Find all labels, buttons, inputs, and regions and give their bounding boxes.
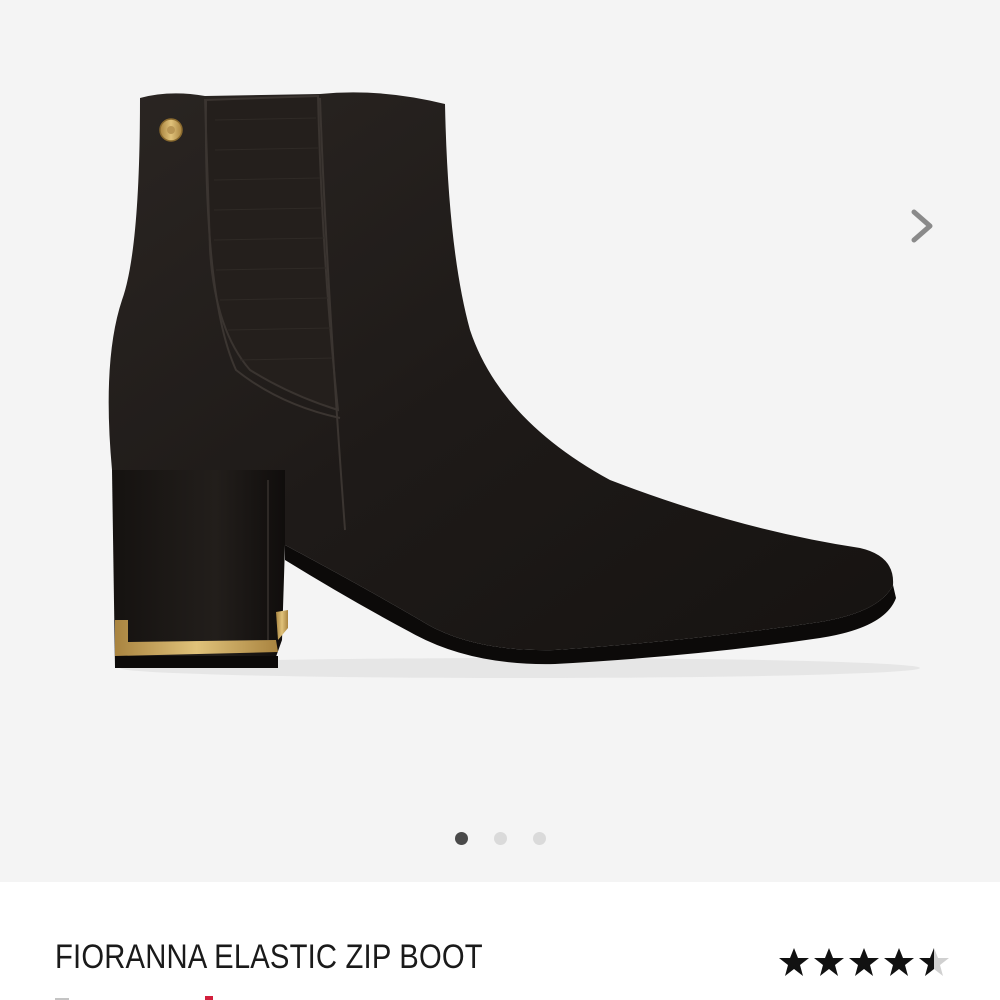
product-page: FIORANNA ELASTIC ZIP BOOT [0, 0, 1000, 1000]
star-icon [814, 948, 844, 976]
star-rating[interactable] [778, 944, 950, 980]
gallery-pagination [0, 832, 1000, 846]
star-icon [884, 948, 914, 976]
product-image [108, 92, 920, 678]
star-icon [849, 948, 879, 976]
gallery-dot-1[interactable] [454, 832, 468, 845]
product-title: FIORANNA ELASTIC ZIP BOOT [55, 938, 483, 976]
chevron-right-icon[interactable] [900, 200, 946, 252]
gallery-dot-2[interactable] [493, 832, 507, 845]
price-cutoff [55, 996, 213, 1000]
product-image-gallery[interactable] [0, 0, 1000, 882]
product-info: FIORANNA ELASTIC ZIP BOOT [0, 882, 1000, 1000]
half-star-icon [919, 948, 949, 976]
gallery-dot-3[interactable] [532, 832, 546, 845]
star-icon [779, 948, 809, 976]
